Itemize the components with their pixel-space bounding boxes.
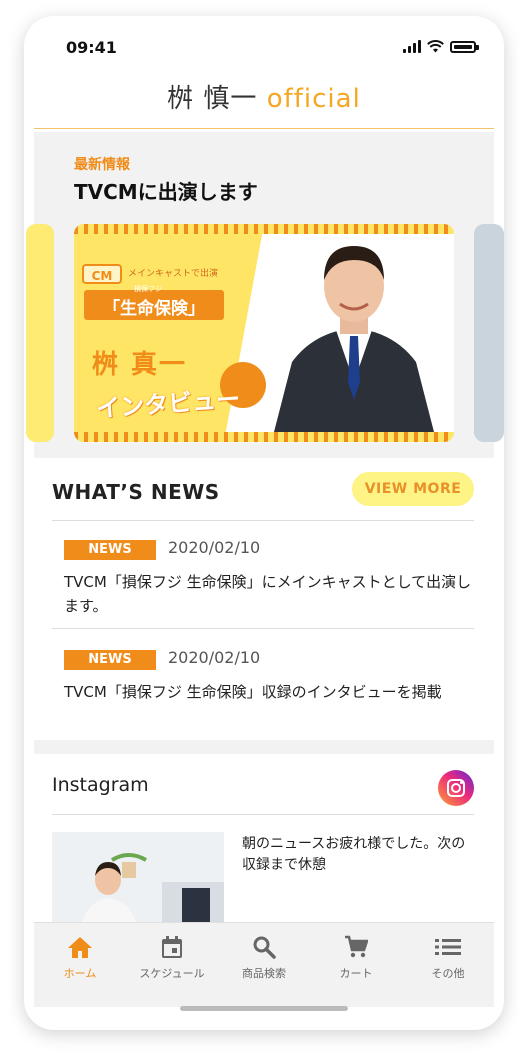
news-tag: NEWS	[64, 540, 156, 560]
news-date: 2020/02/10	[168, 648, 261, 667]
tab-schedule[interactable]: スケジュール	[126, 933, 218, 981]
person-photo	[274, 246, 434, 432]
news-item[interactable]: NEWS 2020/02/10 TVCM「損保フジ 生命保険」収録のインタビューを…	[64, 648, 474, 704]
featured-section: 最新情報 TVCMに出演します CM メインキャストで出演 損保フジ 「生命保険…	[26, 132, 504, 458]
calendar-icon	[162, 936, 182, 958]
tab-label: カート	[339, 967, 373, 980]
cellular-signal-icon	[403, 40, 421, 53]
battery-icon	[450, 40, 479, 53]
app-title-suffix: official	[266, 84, 361, 114]
news-section: WHAT’S NEWS VIEW MORE NEWS 2020/02/10 TVC…	[34, 458, 494, 740]
news-date: 2020/02/10	[168, 538, 261, 557]
news-text: TVCM「損保フジ 生命保険」にメインキャストとして出演します。	[64, 573, 472, 615]
featured-kicker: 最新情報	[74, 157, 130, 173]
divider	[52, 520, 474, 521]
app-title: 桝 慎一 official	[167, 84, 361, 114]
cart-icon	[345, 935, 368, 958]
tab-label: その他	[431, 967, 465, 980]
tab-product-search[interactable]: 商品検索	[218, 933, 310, 981]
cm-badge: CM	[82, 264, 122, 284]
wifi-icon	[427, 40, 444, 53]
instagram-icon[interactable]	[438, 770, 474, 806]
carousel-prev-card[interactable]	[26, 224, 54, 442]
news-title: WHAT’S NEWS	[52, 480, 220, 504]
tab-home[interactable]: ホーム	[34, 933, 126, 981]
instagram-post-photo[interactable]	[52, 832, 224, 932]
tab-other[interactable]: その他	[402, 933, 494, 981]
menu-list-icon	[435, 939, 461, 955]
phone-frame: 09:41 桝 慎一 official 最新情報 TVCMに出演します CM メ…	[24, 16, 504, 1030]
home-indicator	[180, 1006, 348, 1011]
instagram-caption: 朝のニュースお疲れ様でした。次の収録まで休憩	[242, 836, 466, 873]
carousel-next-card[interactable]	[474, 224, 504, 442]
featured-headline: TVCMに出演します	[74, 180, 258, 204]
status-icons	[403, 40, 479, 53]
home-icon	[68, 937, 92, 958]
tab-label: ホーム	[63, 967, 97, 980]
divider	[52, 628, 474, 629]
product-label: 「生命保険」	[103, 299, 205, 319]
section-spacer	[34, 740, 494, 754]
banner-interview: インタビュー	[95, 385, 241, 423]
search-icon	[253, 936, 276, 959]
tab-label: 商品検索	[242, 967, 286, 980]
news-item[interactable]: NEWS 2020/02/10 TVCM「損保フジ 生命保険」にメインキャストとし…	[64, 538, 474, 618]
instagram-section: Instagram 朝のニュースお疲れ様でした。次の収録まで休憩	[34, 754, 494, 934]
instagram-title: Instagram	[52, 774, 149, 796]
status-time: 09:41	[66, 38, 117, 57]
banner-name: 桝 真一	[92, 350, 188, 380]
news-tag: NEWS	[64, 650, 156, 670]
status-bar: 09:41	[24, 16, 504, 76]
sponsor-small: 損保フジ	[134, 285, 162, 293]
featured-banner[interactable]: CM メインキャストで出演 損保フジ 「生命保険」 桝 真一 インタビュー	[74, 224, 454, 442]
news-text: TVCM「損保フジ 生命保険」収録のインタビューを掲載	[64, 683, 442, 701]
view-more-button[interactable]: VIEW MORE	[352, 472, 474, 506]
divider	[52, 814, 474, 815]
app-header: 桝 慎一 official	[34, 76, 494, 129]
tab-cart[interactable]: カート	[310, 933, 402, 981]
bottom-tab-bar: ホーム スケジュール 商品検索 カート その他	[34, 922, 494, 1007]
tab-label: スケジュール	[139, 967, 205, 980]
cast-note: メインキャストで出演	[128, 269, 219, 279]
